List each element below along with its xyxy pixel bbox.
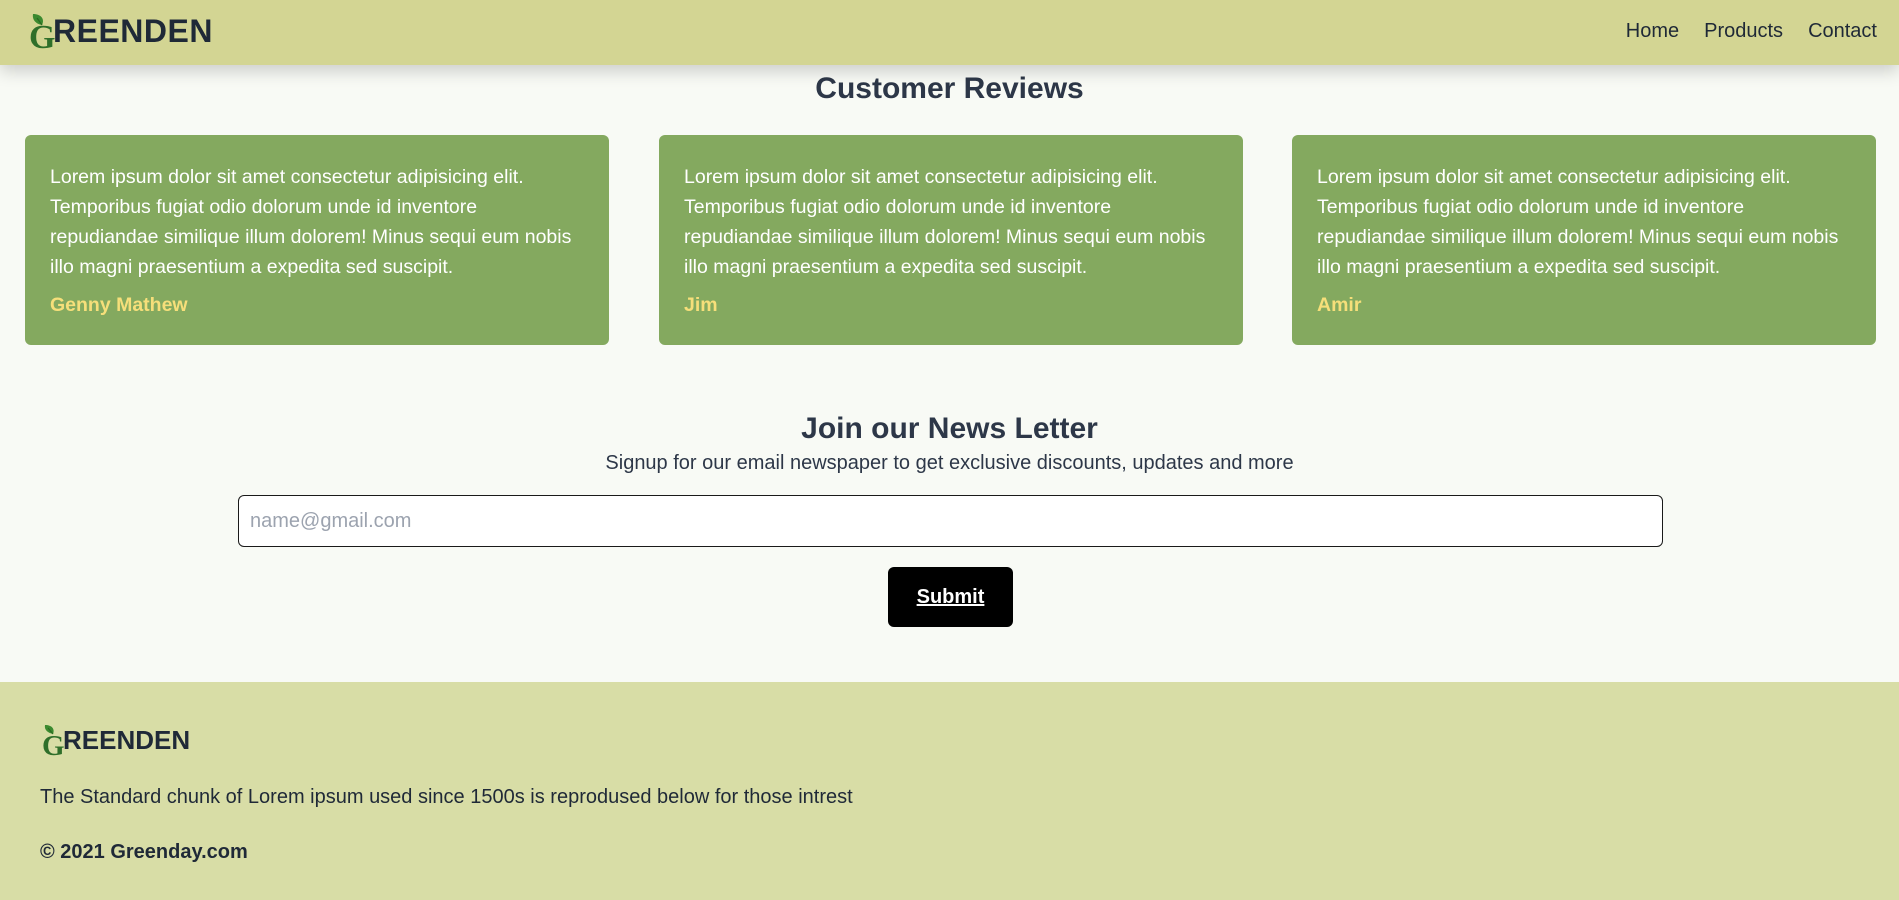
- leaf-icon: G: [27, 10, 57, 56]
- svg-text:G: G: [42, 730, 65, 758]
- review-card: Lorem ipsum dolor sit amet consectetur a…: [1292, 135, 1876, 345]
- nav-products[interactable]: Products: [1704, 20, 1783, 43]
- submit-button[interactable]: Submit: [888, 567, 1013, 627]
- review-text: Lorem ipsum dolor sit amet consectetur a…: [1317, 166, 1839, 278]
- email-input[interactable]: [238, 495, 1663, 547]
- review-text: Lorem ipsum dolor sit amet consectetur a…: [684, 166, 1206, 278]
- nav-contact[interactable]: Contact: [1808, 20, 1877, 43]
- nav-home[interactable]: Home: [1626, 20, 1679, 43]
- svg-text:G: G: [29, 19, 55, 52]
- copyright: © 2021 Greenday.com: [40, 841, 248, 863]
- review-author: Genny Mathew: [50, 294, 188, 316]
- main-nav: Home Products Contact: [1601, 0, 1877, 63]
- footer-description: The Standard chunk of Lorem ipsum used s…: [40, 786, 853, 808]
- review-author: Amir: [1317, 294, 1362, 316]
- review-card: Lorem ipsum dolor sit amet consectetur a…: [25, 135, 609, 345]
- newsletter-title: Join our News Letter: [801, 412, 1098, 445]
- newsletter-subtitle: Signup for our email newspaper to get ex…: [605, 452, 1294, 474]
- footer-logo[interactable]: G REENDEN: [40, 722, 191, 762]
- footer-brand-name: REENDEN: [63, 725, 191, 755]
- review-text: Lorem ipsum dolor sit amet consectetur a…: [50, 166, 572, 278]
- brand-logo[interactable]: G REENDEN: [27, 10, 213, 56]
- top-navbar: G REENDEN Home Products Contact: [0, 0, 1899, 65]
- reviews-title: Customer Reviews: [815, 72, 1084, 105]
- review-author: Jim: [684, 294, 718, 316]
- brand-name: REENDEN: [53, 13, 213, 49]
- leaf-icon: G: [40, 722, 66, 762]
- review-card: Lorem ipsum dolor sit amet consectetur a…: [659, 135, 1243, 345]
